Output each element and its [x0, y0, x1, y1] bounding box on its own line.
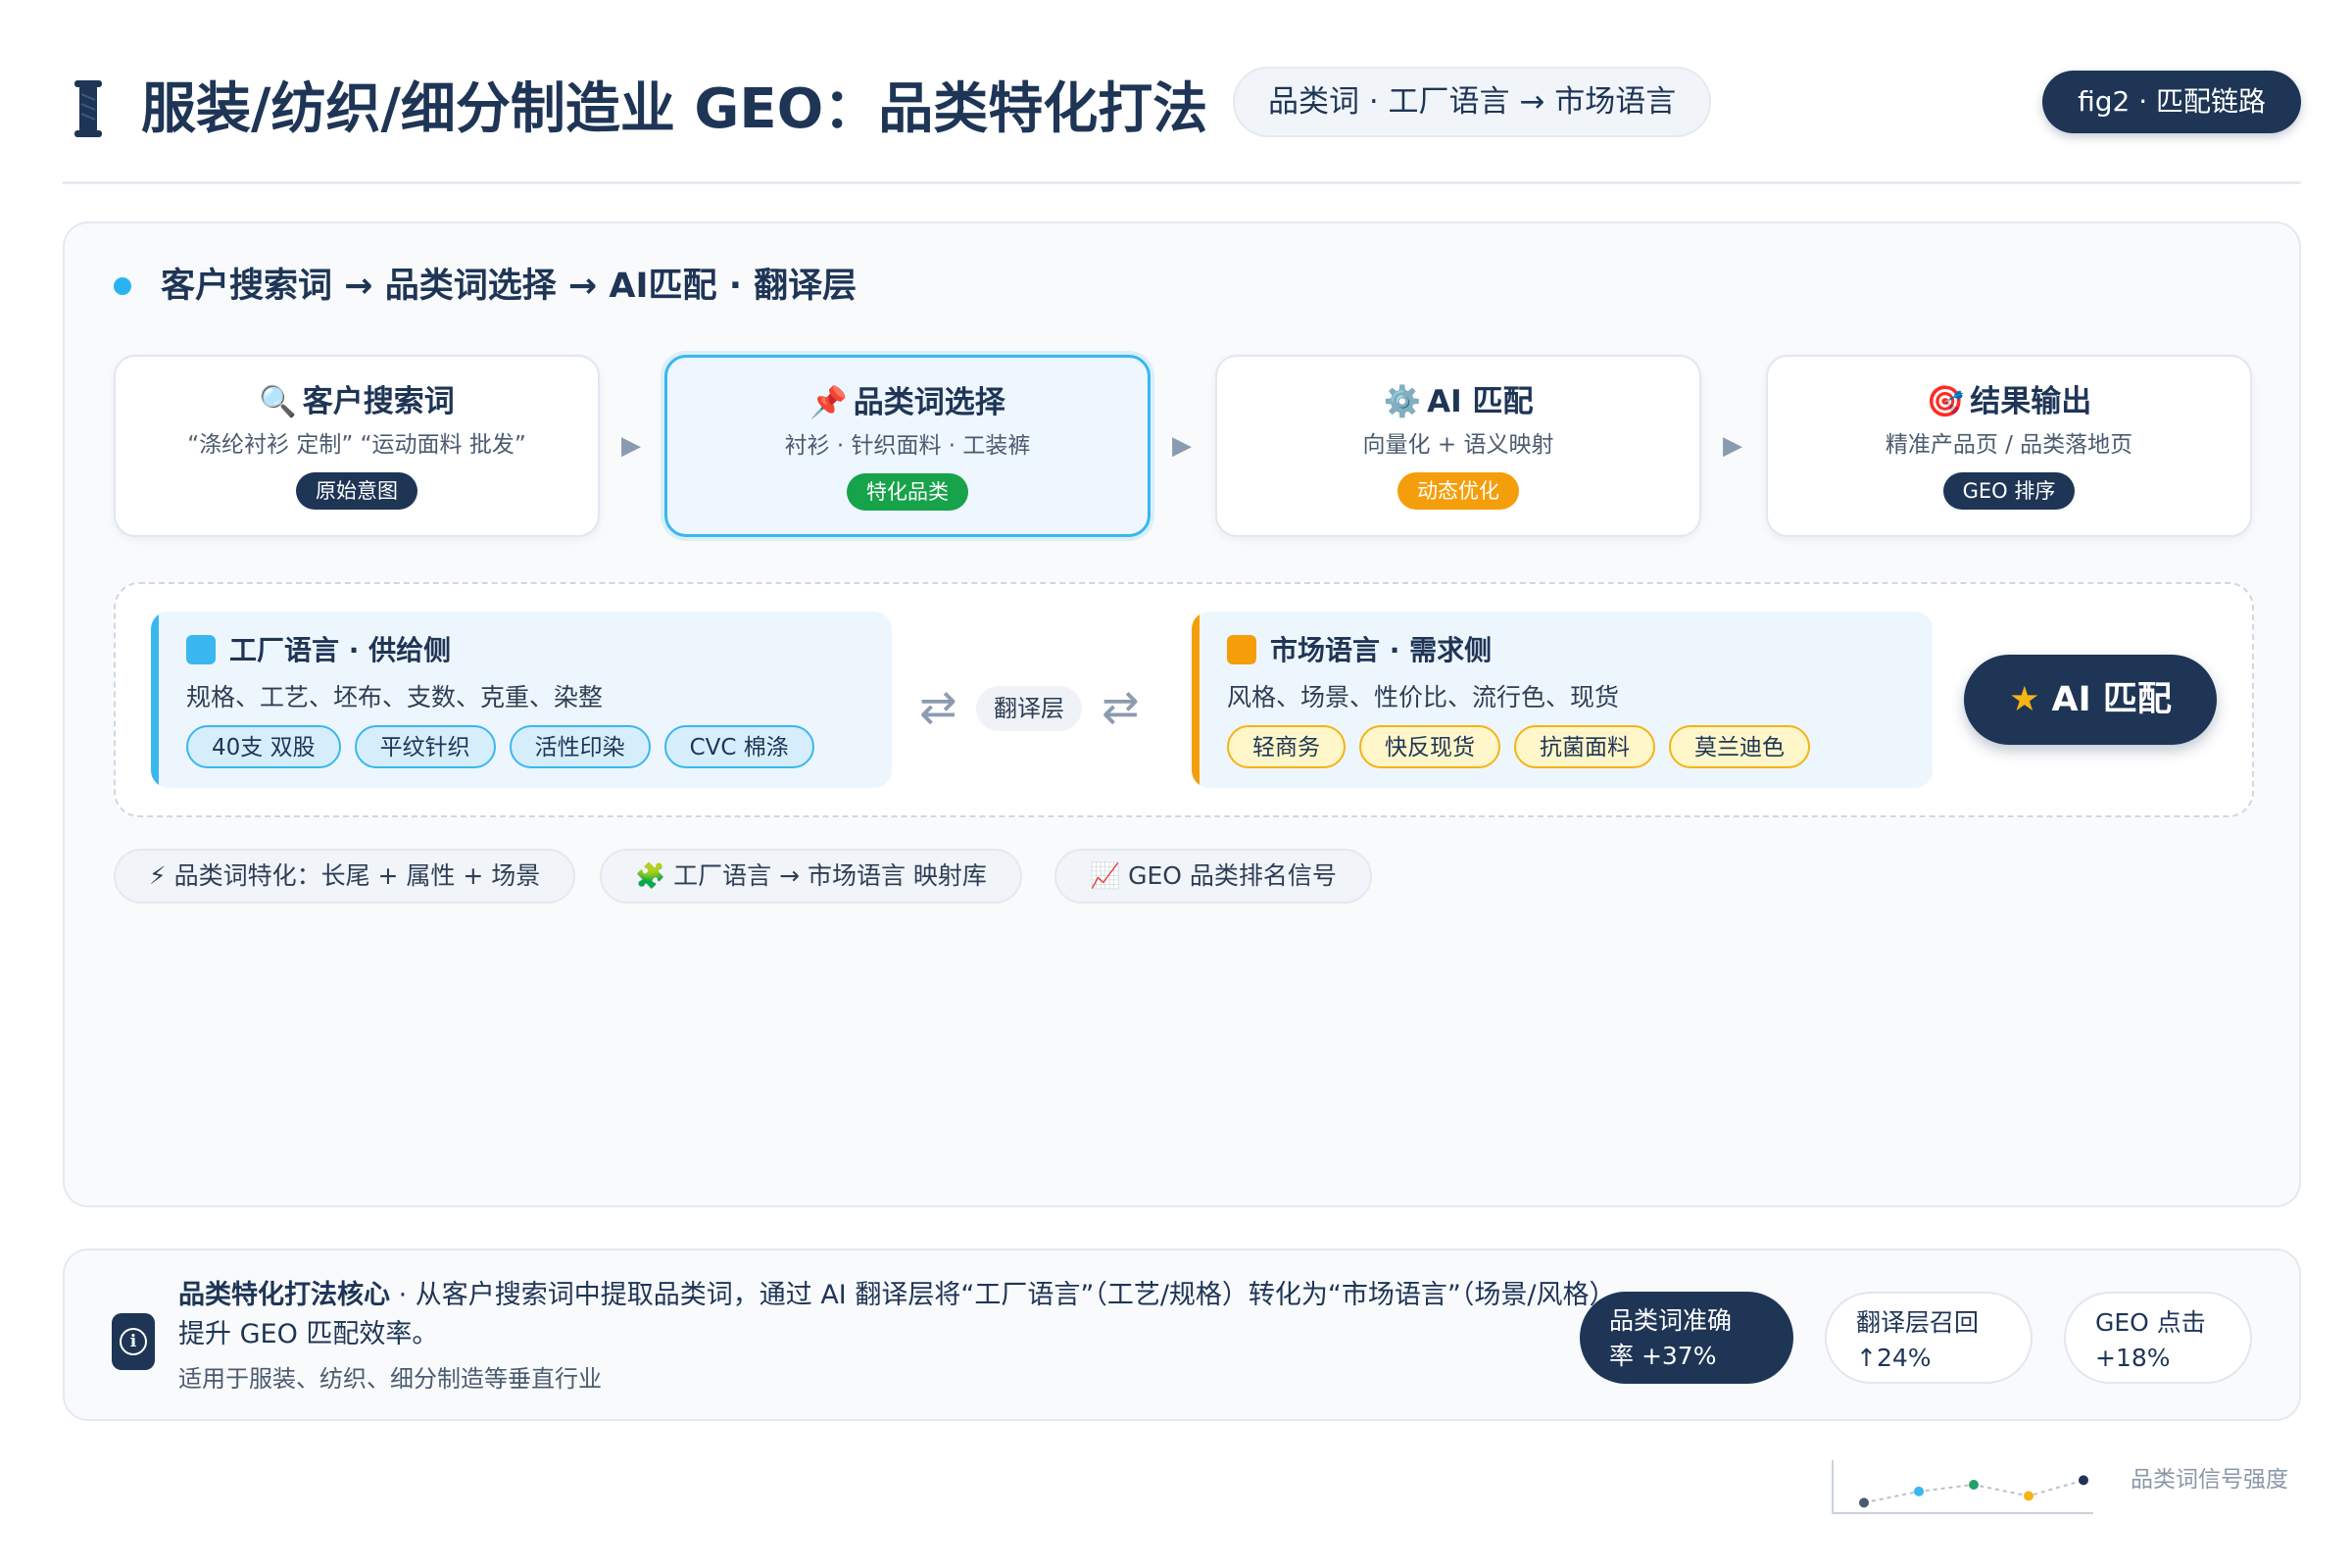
stat-line: 翻译层召回 [1856, 1308, 1980, 1337]
swap-arrows-icon: ⇄ [1102, 680, 1140, 733]
header: 服装/纺织/细分制造业 GEO：品类特化打法 品类词 · 工厂语言 → 市场语言… [63, 59, 2301, 176]
blue-square-icon [186, 635, 216, 664]
flow-card-result[interactable]: 🎯 结果输出 精准产品页 / 品类落地页 GEO 排序 [1766, 355, 2252, 537]
main-panel: 客户搜索词 → 品类词选择 → AI匹配 · 翻译层 🔍 客户搜索词 “涤纶衬衫 … [63, 221, 2301, 1207]
flow-card-search[interactable]: 🔍 客户搜索词 “涤纶衬衫 定制” “运动面料 批发” 原始意图 [114, 355, 600, 537]
stat-badge: 品类词准确 率 +37% [1580, 1292, 1793, 1384]
signal-point [2079, 1475, 2088, 1486]
flow-arrow-icon: ▶ [1723, 431, 1742, 461]
market-tag[interactable]: 莫兰迪色 [1669, 725, 1810, 768]
star-icon: ★ [2009, 680, 2040, 719]
info-icon: i [112, 1313, 155, 1370]
market-tag[interactable]: 抗菌面料 [1514, 725, 1655, 768]
market-tag[interactable]: 轻商务 [1227, 725, 1346, 768]
header-divider [63, 181, 2301, 184]
info-note: 适用于服装、纺织、细分制造等垂直行业 [178, 1365, 602, 1393]
flow-card-badge: 特化品类 [847, 473, 968, 511]
stat-line: +18% [2095, 1344, 2171, 1372]
flow-card-desc: 衬衫 · 针织面料 · 工装裤 [784, 433, 1031, 459]
target-icon: 🎯 [1926, 384, 1965, 419]
feature-chip[interactable]: 🧩 工厂语言 → 市场语言 映射库 [600, 849, 1022, 904]
factory-tags: 40支 双股 平纹针织 活性印染 CVC 棉涤 [186, 725, 828, 768]
feature-chip-label: 工厂语言 → 市场语言 映射库 [673, 861, 987, 890]
pushpin-icon: 📌 [809, 385, 848, 420]
info-text: 品类特化打法核心 · 从客户搜索词中提取品类词，通过 AI 翻译层将“工厂语言”… [178, 1276, 1629, 1354]
flow-card-badge: 原始意图 [296, 472, 417, 510]
flow-card-ai-match[interactable]: ⚙️ AI 匹配 向量化 + 语义映射 动态优化 [1215, 355, 1701, 537]
factory-language-card: 工厂语言 · 供给侧 规格、工艺、坯布、支数、克重、染整 40支 双股 平纹针织活… [151, 612, 892, 788]
translation-layer-label: 翻译层 [976, 686, 1082, 731]
flow-card-title: AI 匹配 [1427, 384, 1534, 419]
factory-tag[interactable]: 活性印染 [509, 725, 651, 768]
stat-line: ↑24% [1856, 1344, 1932, 1372]
market-language-desc: 风格、场景、性价比、流行色、现货 [1227, 683, 1620, 711]
stat-line: GEO 点击 [2095, 1308, 2206, 1337]
subtitle-pill: 品类词 · 工厂语言 → 市场语言 [1233, 67, 1712, 137]
swap-arrows-icon: ⇄ [919, 680, 957, 733]
signal-strength-label: 品类词信号强度 [2131, 1467, 2288, 1493]
flow-arrow-icon: ▶ [1172, 431, 1192, 461]
stat-line: 品类词准确 [1609, 1306, 1733, 1335]
flow-card-desc: 向量化 + 语义映射 [1362, 432, 1554, 458]
flow-card-category[interactable]: 📌 品类词选择 衬衫 · 针织面料 · 工装裤 特化品类 [664, 355, 1151, 537]
section-title: 客户搜索词 → 品类词选择 → AI匹配 · 翻译层 [161, 267, 858, 306]
market-tags: 轻商务 快反现货 抗菌面料 莫兰迪色 [1227, 725, 1824, 768]
feature-chip-label: GEO 品类排名信号 [1128, 861, 1337, 890]
factory-tag[interactable]: 40支 双股 [186, 725, 341, 768]
stat-badge: GEO 点击 +18% [2064, 1292, 2252, 1384]
section-bullet [114, 277, 131, 295]
signal-point [1914, 1486, 1924, 1496]
page-title: 服装/纺织/细分制造业 GEO：品类特化打法 [141, 77, 1208, 141]
signal-point [2024, 1491, 2034, 1501]
market-language-title: 市场语言 · 需求侧 [1270, 634, 1493, 666]
flow-card-badge: 动态优化 [1397, 472, 1519, 510]
info-body: · 从客户搜索词中提取品类词，通过 AI 翻译层将“工厂语言”（工艺/规格）转化… [178, 1280, 1629, 1349]
flow-card-desc: 精准产品页 / 品类落地页 [1885, 432, 2133, 458]
lightning-icon: ⚡ [149, 861, 167, 890]
orange-square-icon [1227, 635, 1256, 664]
flow-card-badge: GEO 排序 [1942, 472, 2076, 510]
info-lead: 品类特化打法核心 [178, 1280, 390, 1310]
market-language-card: 市场语言 · 需求侧 风格、场景、性价比、流行色、现货 轻商务 快反现货 抗菌面料莫… [1192, 612, 1933, 788]
factory-tag[interactable]: 平纹针织 [354, 725, 496, 768]
feature-chip[interactable]: ⚡ 品类词特化：长尾 + 属性 + 场景 [114, 849, 576, 904]
info-panel: i 品类特化打法核心 · 从客户搜索词中提取品类词，通过 AI 翻译层将“工厂语… [63, 1249, 2301, 1421]
magnifier-icon: 🔍 [259, 384, 297, 419]
chart-up-icon: 📈 [1090, 861, 1121, 890]
ai-match-button[interactable]: ★ AI 匹配 [1964, 655, 2217, 745]
market-tag[interactable]: 快反现货 [1359, 725, 1500, 768]
feature-chip[interactable]: 📈 GEO 品类排名信号 [1054, 849, 1372, 904]
factory-language-desc: 规格、工艺、坯布、支数、克重、染整 [186, 683, 604, 711]
flow-card-title: 客户搜索词 [302, 384, 455, 419]
flow-card-desc: “涤纶衬衫 定制” “运动面料 批发” [187, 432, 526, 458]
signal-point [1859, 1497, 1869, 1508]
signal-strength-sparkline [1832, 1460, 2093, 1514]
feature-chip-label: 品类词特化：长尾 + 属性 + 场景 [173, 861, 541, 890]
stat-line: 率 +37% [1609, 1342, 1717, 1370]
flow-card-title: 品类词选择 [853, 385, 1005, 420]
translation-layer-box: 工厂语言 · 供给侧 规格、工艺、坯布、支数、克重、染整 40支 双股 平纹针织活… [114, 582, 2254, 817]
stat-badge: 翻译层召回 ↑24% [1825, 1292, 2033, 1384]
ai-match-label: AI 匹配 [2051, 680, 2172, 719]
thread-spool-icon [74, 80, 102, 137]
flow-card-title: 结果输出 [1970, 384, 2092, 419]
gear-icon: ⚙️ [1383, 384, 1422, 419]
flow-arrow-icon: ▶ [621, 431, 641, 461]
factory-language-title: 工厂语言 · 供给侧 [229, 634, 452, 666]
factory-tag[interactable]: CVC 棉涤 [663, 725, 814, 768]
figure-label-pill[interactable]: fig2 · 匹配链路 [2042, 71, 2301, 133]
signal-point [1969, 1480, 1979, 1490]
puzzle-icon: 🧩 [635, 861, 666, 890]
